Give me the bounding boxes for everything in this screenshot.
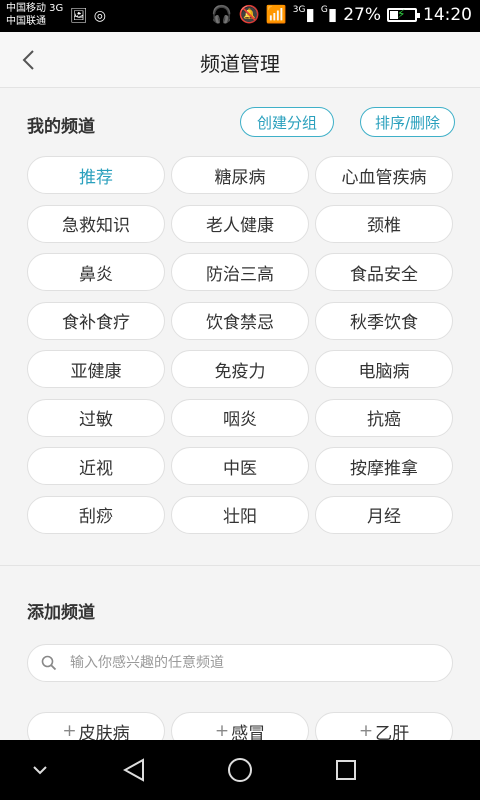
carrier-2: 中国联通 bbox=[6, 16, 46, 27]
carrier-info: 中国移动 3G 中国联通 bbox=[6, 2, 63, 28]
sort-delete-button[interactable]: 排序/删除 bbox=[360, 107, 455, 137]
page-title: 频道管理 bbox=[200, 52, 280, 76]
channel-item[interactable]: 心血管疾病 bbox=[315, 156, 453, 194]
my-channels-section: 我的频道 创建分组 排序/删除 推荐 糖尿病 心血管疾病急救知识 老人健康 颈椎鼻炎 防治… bbox=[0, 88, 480, 566]
status-bar: 中国移动 3G 中国联通 🖼 ◎ 🎧 🔕 📶 3G▮ G▮ 27% ⚡ 14:2… bbox=[0, 0, 480, 32]
signal-3g-icon: 3G▮ bbox=[292, 5, 315, 25]
plus-icon: + bbox=[62, 721, 77, 741]
mute-icon: 🔕 bbox=[238, 5, 260, 25]
channel-item[interactable]: 糖尿病 bbox=[171, 156, 309, 194]
channel-item[interactable]: 老人健康 bbox=[171, 204, 309, 243]
channel-item[interactable]: 免疫力 bbox=[171, 350, 309, 388]
channel-item[interactable]: 食补食疗 bbox=[27, 301, 165, 340]
channel-item[interactable]: 颈椎 bbox=[315, 204, 453, 243]
create-group-button[interactable]: 创建分组 bbox=[240, 107, 334, 137]
channel-item[interactable]: 防治三高 bbox=[171, 253, 309, 291]
channel-item[interactable]: 鼻炎 bbox=[27, 253, 165, 291]
plus-icon: + bbox=[214, 721, 230, 741]
channel-item[interactable]: 亚健康 bbox=[27, 350, 165, 388]
plus-icon: + bbox=[358, 721, 374, 741]
battery-percent: 27% bbox=[343, 5, 381, 25]
channel-item[interactable]: 壮阳 bbox=[171, 495, 309, 534]
channel-item[interactable]: 电脑病 bbox=[315, 350, 453, 388]
my-channels-title: 我的频道 bbox=[27, 117, 95, 137]
network-g-label: G bbox=[320, 5, 328, 15]
image-notification-icon: 🖼 bbox=[70, 8, 88, 24]
nav-down-icon[interactable] bbox=[10, 740, 70, 800]
android-nav-bar bbox=[0, 740, 480, 800]
add-channels-title: 添加频道 bbox=[27, 603, 95, 623]
channel-item[interactable]: 急救知识 bbox=[27, 204, 165, 243]
nav-home-icon[interactable] bbox=[210, 740, 270, 800]
sync-notification-icon: ◎ bbox=[93, 8, 106, 24]
channel-search-input[interactable] bbox=[70, 645, 440, 681]
add-channels-section: 添加频道 +皮肤病+感冒+乙肝 bbox=[0, 574, 480, 750]
channel-item[interactable]: 秋季饮食 bbox=[315, 301, 453, 340]
channel-search-box[interactable] bbox=[27, 644, 453, 682]
headphone-icon: 🎧 bbox=[211, 5, 233, 25]
nav-back-icon[interactable] bbox=[104, 740, 164, 800]
channel-item[interactable]: 咽炎 bbox=[171, 398, 309, 437]
channel-item[interactable]: 近视 bbox=[27, 447, 165, 485]
carrier-1: 中国移动 3G bbox=[6, 3, 64, 14]
channel-item[interactable]: 抗癌 bbox=[315, 398, 453, 437]
channel-item[interactable]: 过敏 bbox=[27, 398, 165, 437]
network-3g-label: 3G bbox=[292, 5, 306, 15]
channel-item[interactable]: 按摩推拿 bbox=[315, 447, 453, 485]
channel-item[interactable]: 月经 bbox=[315, 495, 453, 534]
clock: 14:20 bbox=[423, 5, 472, 25]
channel-item[interactable]: 中医 bbox=[171, 447, 309, 485]
search-icon bbox=[41, 655, 57, 671]
wifi-icon: 📶 bbox=[265, 5, 287, 25]
channel-item[interactable]: 推荐 bbox=[27, 156, 165, 194]
nav-recents-icon[interactable] bbox=[316, 740, 376, 800]
channel-item[interactable]: 饮食禁忌 bbox=[171, 301, 309, 340]
signal-g-icon: G▮ bbox=[320, 5, 338, 25]
channel-item[interactable]: 刮痧 bbox=[27, 495, 165, 534]
channel-item[interactable]: 食品安全 bbox=[315, 253, 453, 291]
app-header: 频道管理 bbox=[0, 32, 480, 88]
battery-icon: ⚡ bbox=[387, 7, 420, 22]
